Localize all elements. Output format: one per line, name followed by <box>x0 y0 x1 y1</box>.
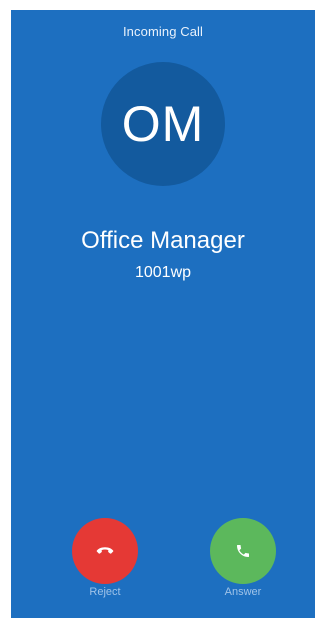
caller-number: 1001wp <box>134 264 192 281</box>
caller-avatar: OM <box>101 62 225 186</box>
caller-name: Office Manager <box>81 227 245 254</box>
reject-action: Reject <box>72 518 138 598</box>
avatar-initials: OM <box>121 96 205 152</box>
answer-label: Answer <box>224 586 262 598</box>
incoming-call-screen: Incoming Call OM Office Manager 1001wp R… <box>11 10 315 618</box>
answer-action: Answer <box>210 518 276 598</box>
incoming-call-title: Incoming Call <box>122 24 204 39</box>
reject-button[interactable] <box>72 518 138 584</box>
answer-button[interactable] <box>210 518 276 584</box>
hang-up-icon <box>96 546 114 556</box>
reject-label: Reject <box>89 586 121 598</box>
phone-icon <box>235 543 251 559</box>
